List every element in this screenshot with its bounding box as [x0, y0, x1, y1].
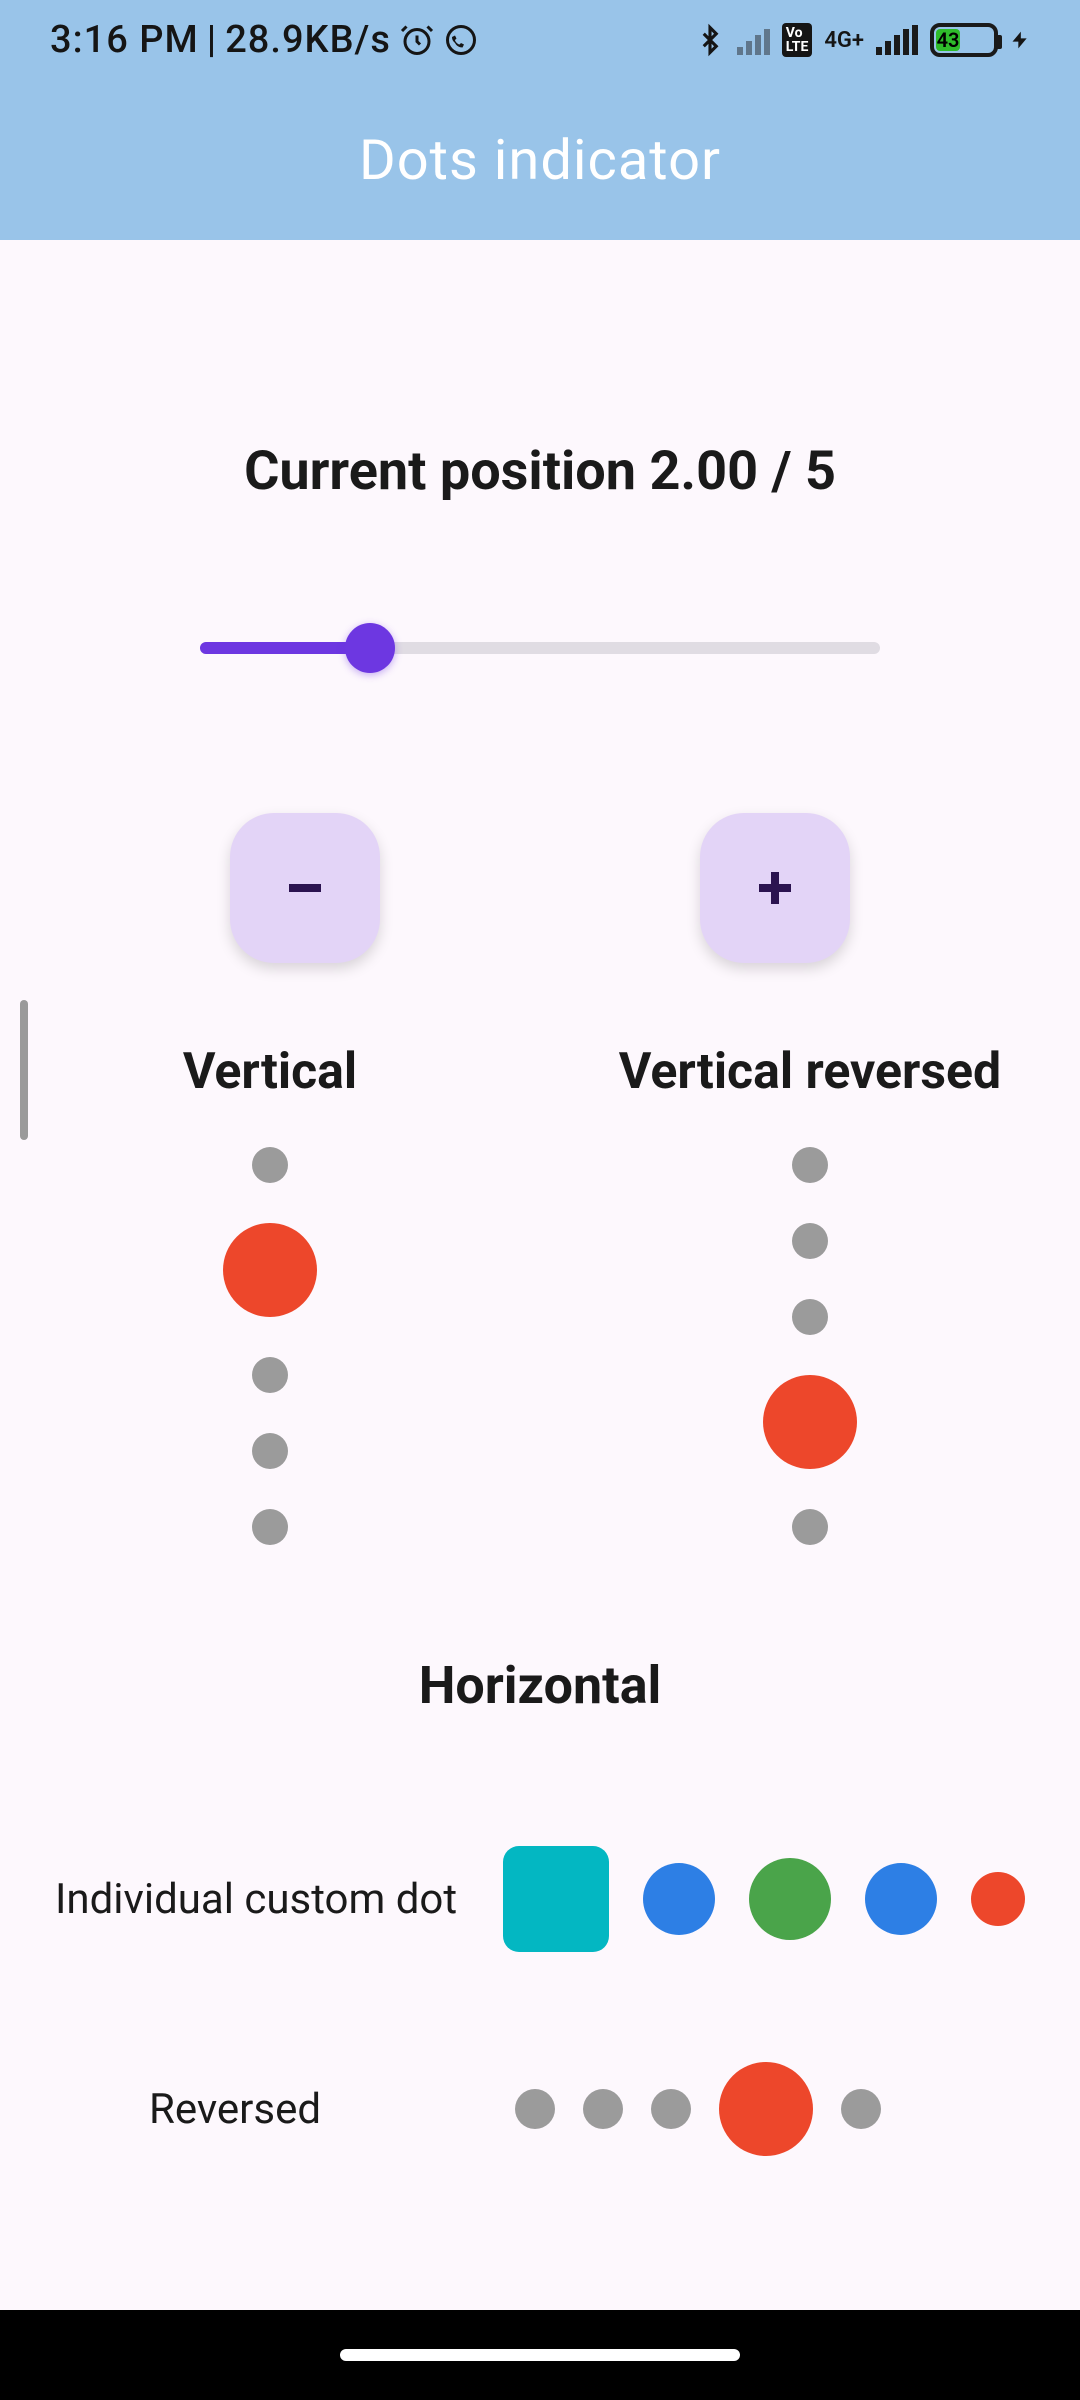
dot-custom: [971, 1872, 1025, 1926]
dot: [252, 1357, 288, 1393]
status-left: 3:16 PM | 28.9KB/s: [50, 18, 479, 62]
slider-thumb[interactable]: [345, 623, 395, 673]
dot: [792, 1299, 828, 1335]
signal-1-icon: [737, 25, 770, 55]
dot: [792, 1223, 828, 1259]
status-time: 3:16 PM: [50, 18, 199, 62]
position-prefix: Current position: [244, 440, 649, 503]
network-type: 4G+: [824, 28, 864, 53]
status-bar: 3:16 PM | 28.9KB/s VoLTE 4G+ 43: [0, 0, 1080, 80]
reversed-label: Reversed: [55, 2085, 415, 2134]
decrement-button[interactable]: [230, 813, 380, 963]
individual-label: Individual custom dot: [55, 1875, 465, 1924]
dot-active: [223, 1223, 317, 1317]
individual-row: Individual custom dot: [0, 1846, 1080, 1952]
vertical-reversed-title: Vertical reversed: [619, 1043, 1001, 1101]
bluetooth-icon: [695, 21, 725, 59]
scroll-indicator[interactable]: [20, 1000, 28, 1140]
status-separator: |: [207, 18, 217, 62]
position-value: 2.00: [649, 440, 758, 503]
system-nav-bar[interactable]: [0, 2310, 1080, 2400]
dot: [252, 1147, 288, 1183]
dot: [515, 2089, 555, 2129]
volte-icon: VoLTE: [782, 23, 813, 57]
horizontal-heading: Horizontal: [0, 1655, 1080, 1716]
dot-custom: [749, 1858, 831, 1940]
dots-individual[interactable]: [503, 1846, 1025, 1952]
charging-icon: [1010, 23, 1030, 57]
dot: [583, 2089, 623, 2129]
slider-track: [200, 642, 880, 654]
position-heading: Current position 2.00 / 5: [0, 440, 1080, 503]
vertical-column: Vertical: [0, 1043, 540, 1545]
dot-custom: [865, 1863, 937, 1935]
dots-vertical-reversed[interactable]: [763, 1147, 857, 1545]
dot: [252, 1509, 288, 1545]
increment-button[interactable]: [700, 813, 850, 963]
status-right: VoLTE 4G+ 43: [695, 21, 1030, 59]
dots-vertical[interactable]: [223, 1147, 317, 1545]
alarm-icon: [399, 22, 435, 58]
whatsapp-icon: [443, 22, 479, 58]
battery-level: 43: [936, 29, 960, 51]
signal-2-icon: [876, 25, 918, 55]
app-bar: Dots indicator: [0, 80, 1080, 240]
dot-custom-active: [503, 1846, 609, 1952]
plus-icon: [751, 864, 799, 912]
vertical-columns: Vertical Vertical reversed: [0, 1043, 1080, 1545]
dot: [252, 1433, 288, 1469]
position-total: 5: [805, 440, 836, 503]
dot: [792, 1509, 828, 1545]
stepper-row: [0, 813, 1080, 963]
dots-reversed[interactable]: [515, 2062, 881, 2156]
vertical-title: Vertical: [183, 1043, 357, 1101]
page-title: Dots indicator: [359, 127, 721, 193]
dot: [792, 1147, 828, 1183]
content-area: Current position 2.00 / 5 Vertical Ve: [0, 240, 1080, 2310]
battery-icon: 43: [930, 23, 998, 57]
reversed-row: Reversed: [0, 2062, 1080, 2156]
vertical-reversed-column: Vertical reversed: [540, 1043, 1080, 1545]
minus-icon: [281, 864, 329, 912]
status-netspeed: 28.9KB/s: [225, 18, 391, 62]
dot: [841, 2089, 881, 2129]
position-sep: /: [758, 440, 805, 503]
dot-active: [719, 2062, 813, 2156]
position-slider[interactable]: [200, 623, 880, 673]
dot-custom: [643, 1863, 715, 1935]
home-indicator[interactable]: [340, 2349, 740, 2361]
dot-active: [763, 1375, 857, 1469]
dot: [651, 2089, 691, 2129]
